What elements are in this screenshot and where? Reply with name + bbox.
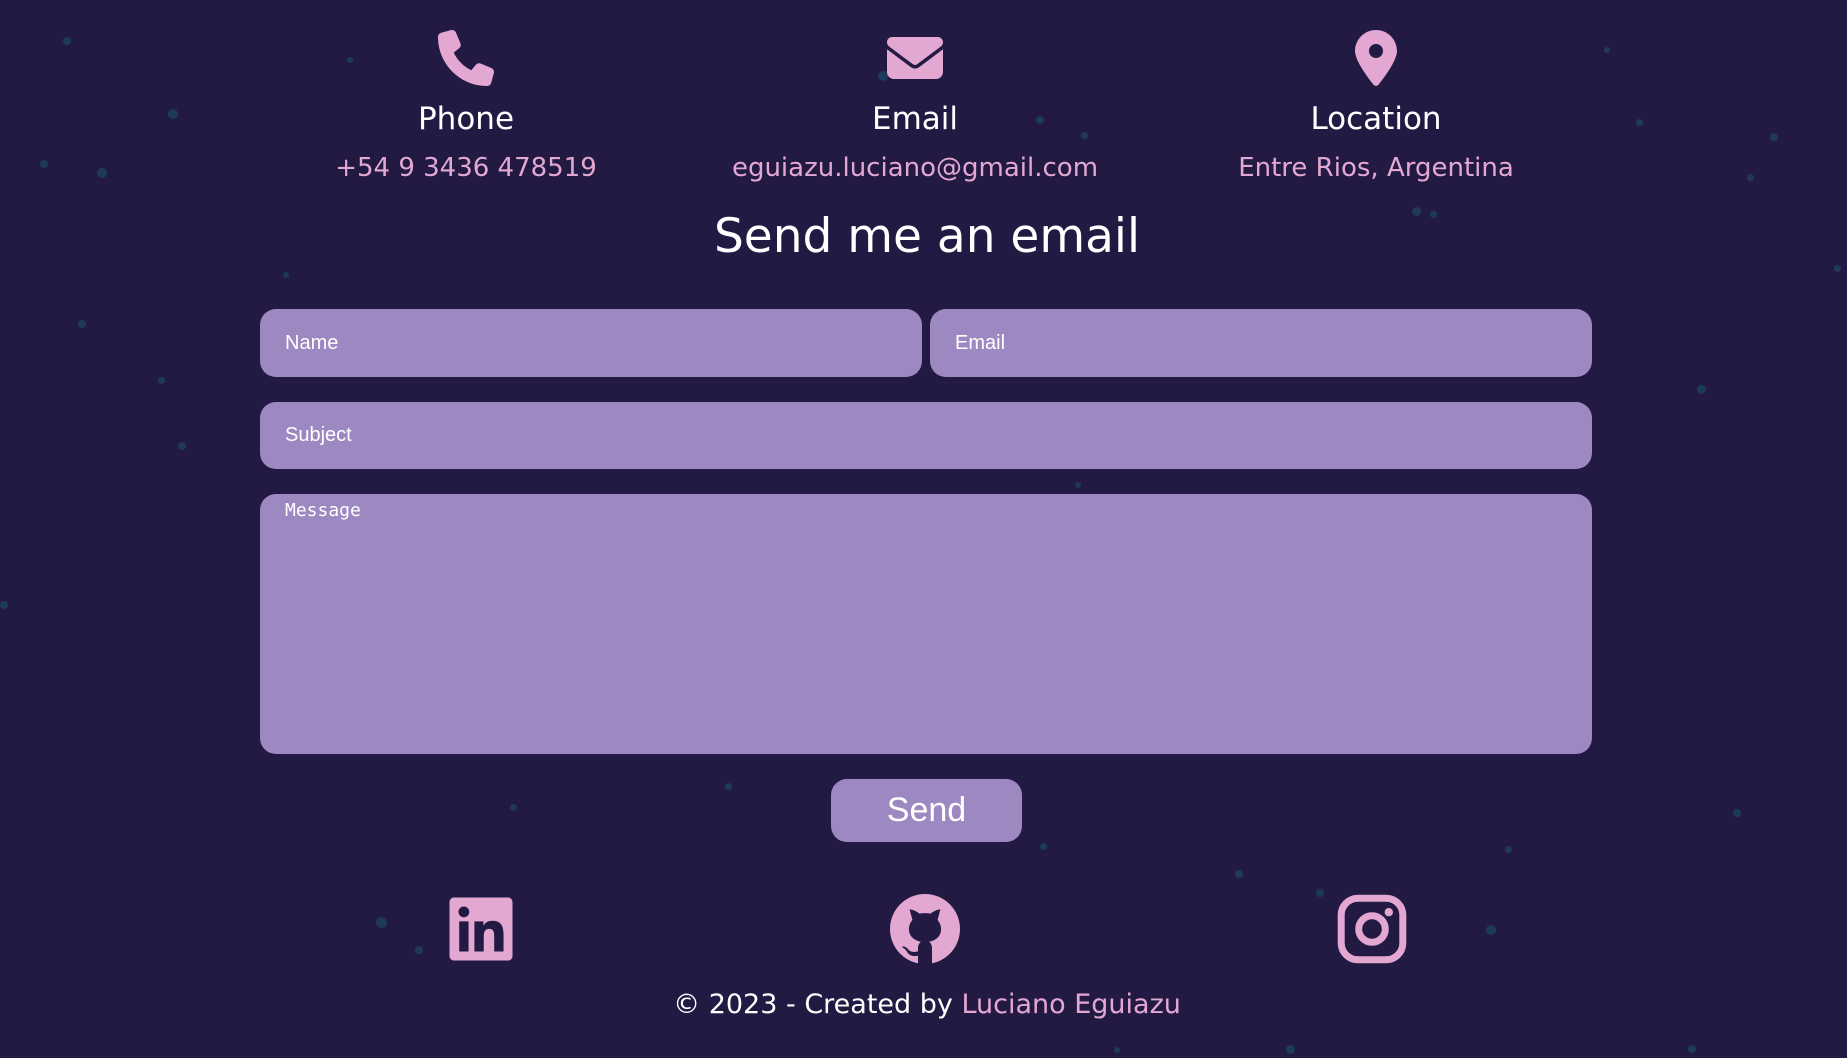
envelope-icon bbox=[887, 37, 943, 79]
email-value: eguiazu.luciano@gmail.com bbox=[731, 153, 1099, 183]
form-title: Send me an email bbox=[713, 209, 1141, 264]
location-title: Location bbox=[1310, 101, 1442, 137]
phone-value: +54 9 3436 478519 bbox=[335, 153, 597, 183]
email-input[interactable] bbox=[930, 309, 1592, 377]
phone-title: Phone bbox=[417, 101, 515, 137]
author-link[interactable]: Luciano Eguiazu bbox=[961, 989, 1180, 1020]
phone-icon bbox=[438, 30, 494, 86]
footer-copyright: © 2023 - Created by bbox=[673, 989, 962, 1020]
instagram-icon[interactable] bbox=[1337, 893, 1407, 965]
subject-input[interactable] bbox=[260, 402, 1592, 469]
map-pin-icon bbox=[1355, 30, 1397, 86]
footer: © 2023 - Created by Luciano Eguiazu bbox=[0, 985, 1847, 1025]
phone-card: Phone +54 9 3436 478519 bbox=[266, 30, 666, 184]
github-icon[interactable] bbox=[890, 893, 960, 965]
linkedin-icon[interactable] bbox=[446, 893, 516, 965]
contact-info-row: Phone +54 9 3436 478519 Email eguiazu.lu… bbox=[0, 30, 1847, 200]
send-button[interactable]: Send bbox=[831, 779, 1022, 842]
location-card: Location Entre Rios, Argentina bbox=[1176, 30, 1576, 184]
email-card: Email eguiazu.luciano@gmail.com bbox=[715, 30, 1115, 184]
name-input[interactable] bbox=[260, 309, 922, 377]
email-title: Email bbox=[871, 101, 958, 137]
location-value: Entre Rios, Argentina bbox=[1238, 153, 1514, 183]
message-textarea[interactable] bbox=[260, 494, 1592, 754]
